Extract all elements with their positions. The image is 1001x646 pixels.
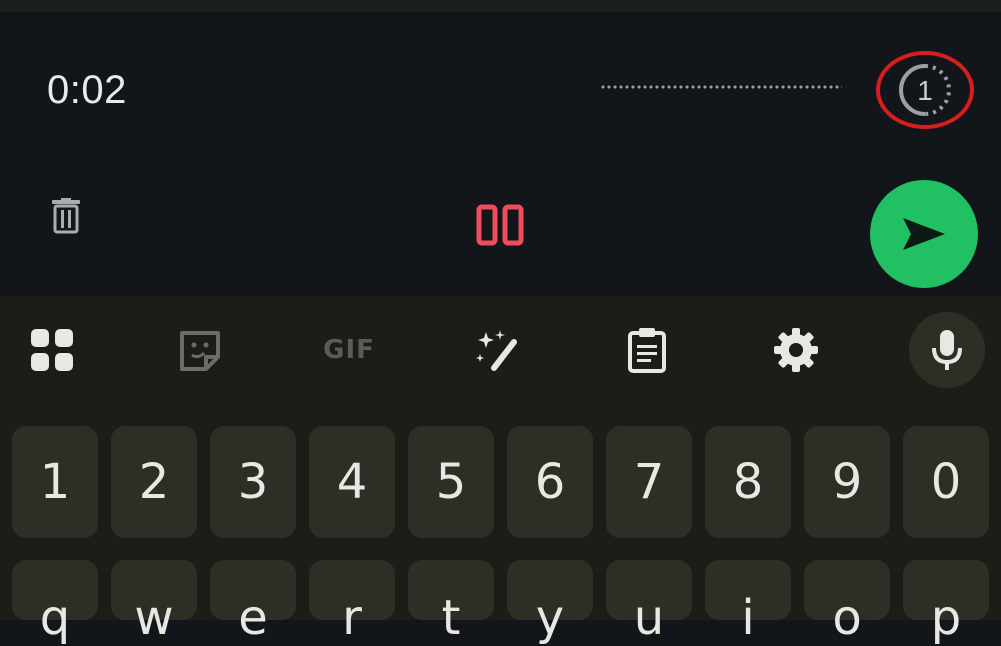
voice-recorder-panel: 0:02 1 [0, 12, 1001, 296]
key-p[interactable]: p [903, 560, 989, 646]
key-7[interactable]: 7 [606, 426, 692, 538]
send-icon [903, 218, 945, 250]
apps-button[interactable] [14, 318, 90, 382]
key-e[interactable]: e [210, 560, 296, 646]
settings-button[interactable] [758, 318, 834, 382]
key-9[interactable]: 9 [804, 426, 890, 538]
settings-gear-icon [774, 328, 818, 372]
delete-recording-button[interactable] [48, 196, 84, 236]
keyboard: GIF 1 2 3 4 5 6 7 8 9 0 q w e r t y u i … [0, 296, 1001, 646]
key-y[interactable]: y [507, 560, 593, 646]
pause-recording-button[interactable] [476, 202, 524, 248]
sticker-button[interactable] [162, 318, 238, 382]
key-5[interactable]: 5 [408, 426, 494, 538]
key-w[interactable]: w [111, 560, 197, 646]
waveform [600, 84, 842, 90]
key-8[interactable]: 8 [705, 426, 791, 538]
clipboard-button[interactable] [609, 318, 685, 382]
microphone-icon [932, 330, 962, 370]
clipboard-icon [628, 328, 666, 373]
view-once-icon: 1 [899, 64, 951, 116]
key-o[interactable]: o [804, 560, 890, 646]
view-once-button[interactable]: 1 [876, 51, 974, 129]
key-3[interactable]: 3 [210, 426, 296, 538]
key-i[interactable]: i [705, 560, 791, 646]
pause-icon [476, 204, 524, 246]
recording-timer: 0:02 [47, 68, 127, 112]
view-once-label: 1 [917, 75, 933, 106]
magic-wand-icon [476, 330, 517, 371]
gif-button[interactable]: GIF [311, 318, 387, 382]
key-6[interactable]: 6 [507, 426, 593, 538]
voice-input-button[interactable] [909, 312, 985, 388]
send-button[interactable] [870, 180, 978, 288]
magic-button[interactable] [460, 318, 536, 382]
gif-label: GIF [323, 335, 375, 365]
chat-background-strip [0, 0, 1001, 12]
key-u[interactable]: u [606, 560, 692, 646]
key-2[interactable]: 2 [111, 426, 197, 538]
trash-icon [52, 198, 80, 234]
key-r[interactable]: r [309, 560, 395, 646]
key-4[interactable]: 4 [309, 426, 395, 538]
apps-grid-icon [31, 329, 73, 371]
key-t[interactable]: t [408, 560, 494, 646]
sticker-icon [180, 331, 220, 371]
key-q[interactable]: q [12, 560, 98, 646]
key-0[interactable]: 0 [903, 426, 989, 538]
key-1[interactable]: 1 [12, 426, 98, 538]
